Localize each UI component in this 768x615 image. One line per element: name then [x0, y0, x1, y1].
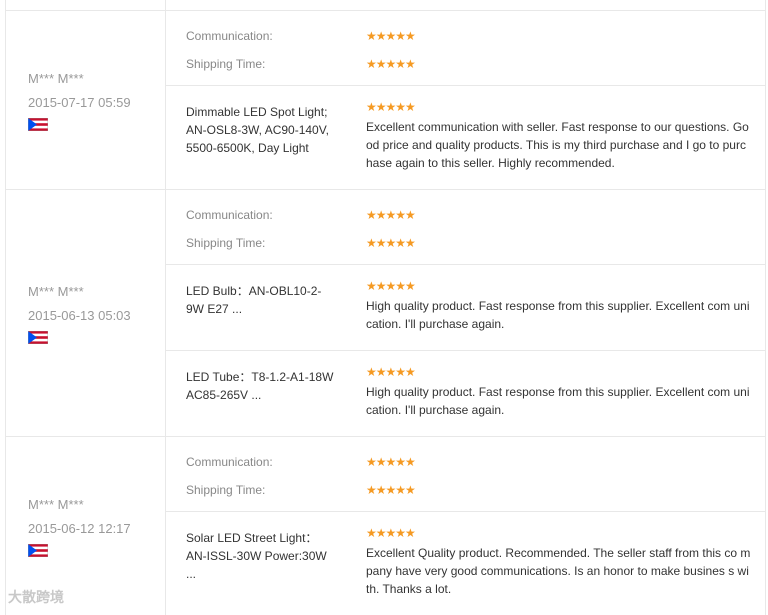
shipping-stars: ★★★★★: [366, 57, 416, 71]
seller-ratings: Communication: ★★★★★ Shipping Time: ★★★★★: [166, 11, 765, 86]
product-name[interactable]: LED Tube：T8-1.2-A1-18W AC85-265V ...: [166, 366, 366, 419]
buyer-cell: M*** M*** 2015-07-17 05:59: [6, 11, 166, 189]
review-date: 2015-06-13 05:03: [28, 307, 131, 323]
buyer-name: M*** M***: [28, 283, 84, 299]
buyer-cell: M*** M*** 2015-06-13 05:03: [6, 190, 166, 436]
feedback-text: High quality product. Fast response from…: [366, 299, 750, 331]
product-feedback: Dimmable LED Spot Light; AN-OSL8-3W, AC9…: [166, 86, 765, 189]
buyer-name: M*** M***: [28, 70, 84, 86]
review-date: 2015-07-17 05:59: [28, 94, 131, 110]
product-name[interactable]: Dimmable LED Spot Light; AN-OSL8-3W, AC9…: [166, 101, 366, 172]
puerto-rico-flag-icon: [28, 117, 48, 131]
shipping-stars: ★★★★★: [366, 236, 416, 250]
review-entry: M*** M*** 2015-06-12 12:17 Communication…: [6, 437, 765, 615]
feedback-list: M*** M*** 2015-07-17 05:59 Communication…: [5, 0, 766, 615]
product-name[interactable]: Solar LED Street Light：AN-ISSL-30W Power…: [166, 527, 366, 598]
communication-label: Communication:: [186, 29, 273, 43]
review-top-partial: [6, 0, 765, 11]
shipping-stars: ★★★★★: [366, 483, 416, 497]
puerto-rico-flag-icon: [28, 543, 48, 557]
buyer-name: M*** M***: [28, 496, 84, 512]
product-name[interactable]: LED Bulb：AN-OBL10-2-9W E27 ...: [166, 280, 366, 333]
product-stars: ★★★★★: [366, 365, 416, 379]
communication-label: Communication:: [186, 208, 273, 222]
buyer-cell: [6, 0, 166, 10]
feedback-text: Excellent communication with seller. Fas…: [366, 120, 749, 170]
product-stars: ★★★★★: [366, 100, 416, 114]
product-stars: ★★★★★: [366, 279, 416, 293]
product-stars: ★★★★★: [366, 526, 416, 540]
communication-stars: ★★★★★: [366, 29, 416, 43]
shipping-label: Shipping Time:: [186, 236, 266, 250]
communication-stars: ★★★★★: [366, 455, 416, 469]
review-entry: M*** M*** 2015-06-13 05:03 Communication…: [6, 190, 765, 437]
communication-stars: ★★★★★: [366, 208, 416, 222]
product-feedback: LED Bulb：AN-OBL10-2-9W E27 ... ★★★★★ High…: [166, 265, 765, 351]
seller-ratings: Communication: ★★★★★ Shipping Time: ★★★★★: [166, 437, 765, 512]
review-entry: M*** M*** 2015-07-17 05:59 Communication…: [6, 11, 765, 190]
shipping-label: Shipping Time:: [186, 57, 266, 71]
product-feedback: Solar LED Street Light：AN-ISSL-30W Power…: [166, 512, 765, 615]
puerto-rico-flag-icon: [28, 330, 48, 344]
feedback-text: High quality product. Fast response from…: [366, 385, 750, 417]
feedback-text: Excellent Quality product. Recommended. …: [366, 546, 751, 596]
seller-ratings: Communication: ★★★★★ Shipping Time: ★★★★★: [166, 190, 765, 265]
communication-label: Communication:: [186, 455, 273, 469]
watermark: 大散跨境: [8, 589, 64, 605]
product-feedback: LED Tube：T8-1.2-A1-18W AC85-265V ... ★★★…: [166, 351, 765, 436]
review-date: 2015-06-12 12:17: [28, 520, 131, 536]
shipping-label: Shipping Time:: [186, 483, 266, 497]
